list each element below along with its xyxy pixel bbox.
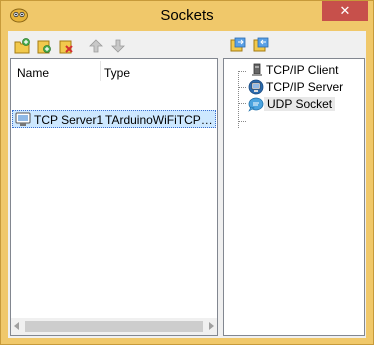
sockets-window: Sockets ✕ Name Type TCP Server1 TArduino… xyxy=(0,0,374,345)
socket-types-tree[interactable]: TCP/IP Client TCP/IP Server UDP Socket xyxy=(223,58,365,336)
tree-connector xyxy=(238,103,246,104)
tree-item-tcp-client[interactable]: TCP/IP Client xyxy=(266,63,338,77)
disconnect-icon[interactable] xyxy=(252,36,270,54)
tree-connector xyxy=(238,71,246,72)
row-type: TArduinoWiFiTCPServ... xyxy=(105,113,215,127)
scroll-thumb[interactable] xyxy=(25,321,203,332)
tcp-server-icon xyxy=(248,79,264,95)
move-up-icon[interactable] xyxy=(87,37,105,55)
tcp-server-icon xyxy=(15,112,31,126)
horizontal-scrollbar[interactable] xyxy=(11,318,217,335)
column-header-name[interactable]: Name xyxy=(17,66,49,80)
list-row[interactable]: TCP Server1 TArduinoWiFiTCPServ... xyxy=(12,110,216,128)
scroll-left-icon[interactable] xyxy=(14,322,19,330)
column-divider[interactable] xyxy=(100,61,101,81)
close-button[interactable]: ✕ xyxy=(322,1,368,21)
row-name: TCP Server1 xyxy=(34,113,104,127)
scroll-right-icon[interactable] xyxy=(209,322,214,330)
tree-item-tcp-server[interactable]: TCP/IP Server xyxy=(266,80,343,94)
tree-connector xyxy=(238,87,246,88)
connect-icon[interactable] xyxy=(229,36,247,54)
add-item-icon[interactable] xyxy=(35,37,53,55)
client-area: Name Type TCP Server1 TArduinoWiFiTCPSer… xyxy=(8,31,366,338)
move-down-icon[interactable] xyxy=(109,37,127,55)
tree-connector xyxy=(238,121,246,122)
tree-connector xyxy=(238,71,239,128)
add-folder-icon[interactable] xyxy=(13,37,31,55)
udp-socket-icon xyxy=(248,97,264,112)
list-header: Name Type xyxy=(11,59,217,83)
sockets-list[interactable]: Name Type TCP Server1 TArduinoWiFiTCPSer… xyxy=(10,58,218,336)
tree-item-udp-socket[interactable]: UDP Socket xyxy=(264,97,336,111)
delete-icon[interactable] xyxy=(57,37,75,55)
tcp-client-icon xyxy=(252,63,262,76)
column-header-type[interactable]: Type xyxy=(104,66,130,80)
title-bar[interactable]: Sockets ✕ xyxy=(1,1,373,31)
window-title: Sockets xyxy=(160,7,214,24)
